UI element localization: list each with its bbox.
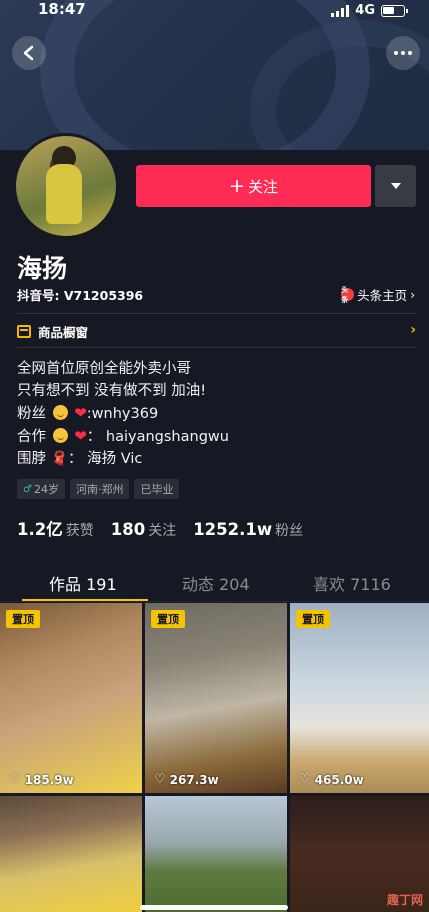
toutiao-icon: 头条 bbox=[341, 286, 355, 304]
video-thumbnail[interactable] bbox=[145, 796, 287, 912]
video-likes: ♡ 267.3w bbox=[154, 772, 219, 787]
followers-count[interactable]: 1252.1w bbox=[193, 520, 272, 539]
douyin-id: 抖音号: V71205396 bbox=[17, 288, 144, 303]
tag-age: ♂ 24岁 bbox=[17, 479, 65, 499]
heart-outline-icon: ♡ bbox=[154, 772, 166, 787]
more-button[interactable] bbox=[386, 36, 420, 70]
plus-icon: + bbox=[229, 174, 245, 197]
bio-line: 围脖 🧣： 海扬 Vic bbox=[17, 451, 143, 467]
home-indicator bbox=[140, 905, 288, 910]
battery-icon bbox=[381, 4, 408, 17]
pinned-badge: 置顶 bbox=[6, 610, 40, 628]
video-thumbnail[interactable] bbox=[0, 796, 142, 912]
chevron-right-icon: › bbox=[410, 322, 416, 338]
heart-outline-icon: ♡ bbox=[299, 772, 311, 787]
profile-stats: 1.2亿 获赞 180 关注 1252.1w 粉丝 bbox=[17, 516, 320, 540]
avatar[interactable] bbox=[13, 133, 119, 239]
smile-emoji-icon bbox=[52, 428, 68, 443]
followers-label[interactable]: 粉丝 bbox=[275, 520, 303, 540]
video-thumbnail[interactable]: 置顶 ♡ 185.9w bbox=[0, 603, 142, 793]
tab-works[interactable]: 作品 191 bbox=[49, 571, 117, 595]
network-type: 4G bbox=[355, 3, 375, 18]
recommend-dropdown-button[interactable] bbox=[375, 165, 416, 207]
video-thumbnail[interactable]: 置顶 ♡ 267.3w bbox=[145, 603, 287, 793]
watermark: 趣丁网 bbox=[386, 893, 423, 907]
more-dots-icon bbox=[394, 51, 412, 55]
toutiao-link-label: 头条主页 bbox=[357, 288, 408, 303]
active-tab-indicator bbox=[22, 599, 148, 601]
likes-label: 获赞 bbox=[65, 523, 94, 539]
male-icon: ♂ bbox=[23, 483, 32, 495]
toutiao-homepage-link[interactable]: 头条 头条主页 › bbox=[341, 285, 415, 304]
video-likes: ♡ 465.0w bbox=[299, 772, 364, 787]
heart-emoji-icon: ❤ bbox=[74, 404, 87, 422]
tag-location: 河南·郑州 bbox=[69, 479, 130, 499]
following-count[interactable]: 180 bbox=[111, 520, 145, 539]
follow-label: 关注 bbox=[247, 177, 278, 196]
video-thumbnail[interactable]: 趣丁网 bbox=[290, 796, 429, 912]
profile-header-background bbox=[0, 0, 429, 150]
tag-education: 已毕业 bbox=[134, 479, 180, 499]
video-thumbnail[interactable]: 置顶 ♡ 465.0w bbox=[290, 603, 429, 793]
follow-button[interactable]: + 关注 bbox=[136, 165, 371, 207]
shop-icon bbox=[17, 324, 31, 338]
heart-outline-icon: ♡ bbox=[9, 772, 21, 787]
shop-window-row[interactable]: 商品橱窗 › bbox=[17, 314, 416, 348]
heart-emoji-icon: ❤ bbox=[74, 427, 87, 445]
video-likes: ♡ 185.9w bbox=[9, 772, 74, 787]
following-label[interactable]: 关注 bbox=[148, 520, 176, 540]
scarf-emoji-icon: 🧣 bbox=[50, 451, 69, 467]
signal-icon bbox=[331, 4, 350, 17]
bio-line: 全网首位原创全能外卖小哥 bbox=[17, 361, 191, 377]
likes-count: 1.2亿 bbox=[17, 520, 63, 539]
bio-line: 合作 ❤： haiyangshangwu bbox=[17, 427, 229, 445]
nickname: 海扬 bbox=[17, 254, 68, 283]
smile-emoji-icon bbox=[52, 405, 68, 420]
triangle-down-icon bbox=[390, 183, 401, 189]
tab-activity[interactable]: 动态 204 bbox=[182, 571, 250, 595]
bio: 全网首位原创全能外卖小哥 只有想不到 没有做不到 加油! 粉丝 ❤:wnhy36… bbox=[17, 358, 229, 470]
status-time: 18:47 bbox=[38, 0, 86, 18]
divider bbox=[17, 347, 416, 348]
tab-likes[interactable]: 喜欢 7116 bbox=[313, 571, 391, 595]
chevron-right-icon: › bbox=[410, 287, 415, 302]
bio-line: 粉丝 ❤:wnhy369 bbox=[17, 404, 159, 422]
shop-window-label: 商品橱窗 bbox=[38, 324, 89, 340]
back-button[interactable] bbox=[12, 36, 46, 70]
back-arrow-icon bbox=[23, 45, 34, 61]
status-bar: 18:47 4G bbox=[0, 0, 429, 20]
bio-line: 只有想不到 没有做不到 加油! bbox=[17, 383, 207, 399]
content-tabs: 作品 191 动态 204 喜欢 7116 bbox=[0, 562, 429, 602]
pinned-badge: 置顶 bbox=[296, 610, 330, 628]
pinned-badge: 置顶 bbox=[151, 610, 185, 628]
profile-tags: ♂ 24岁 河南·郑州 已毕业 bbox=[17, 479, 180, 499]
status-indicators: 4G bbox=[331, 3, 408, 18]
